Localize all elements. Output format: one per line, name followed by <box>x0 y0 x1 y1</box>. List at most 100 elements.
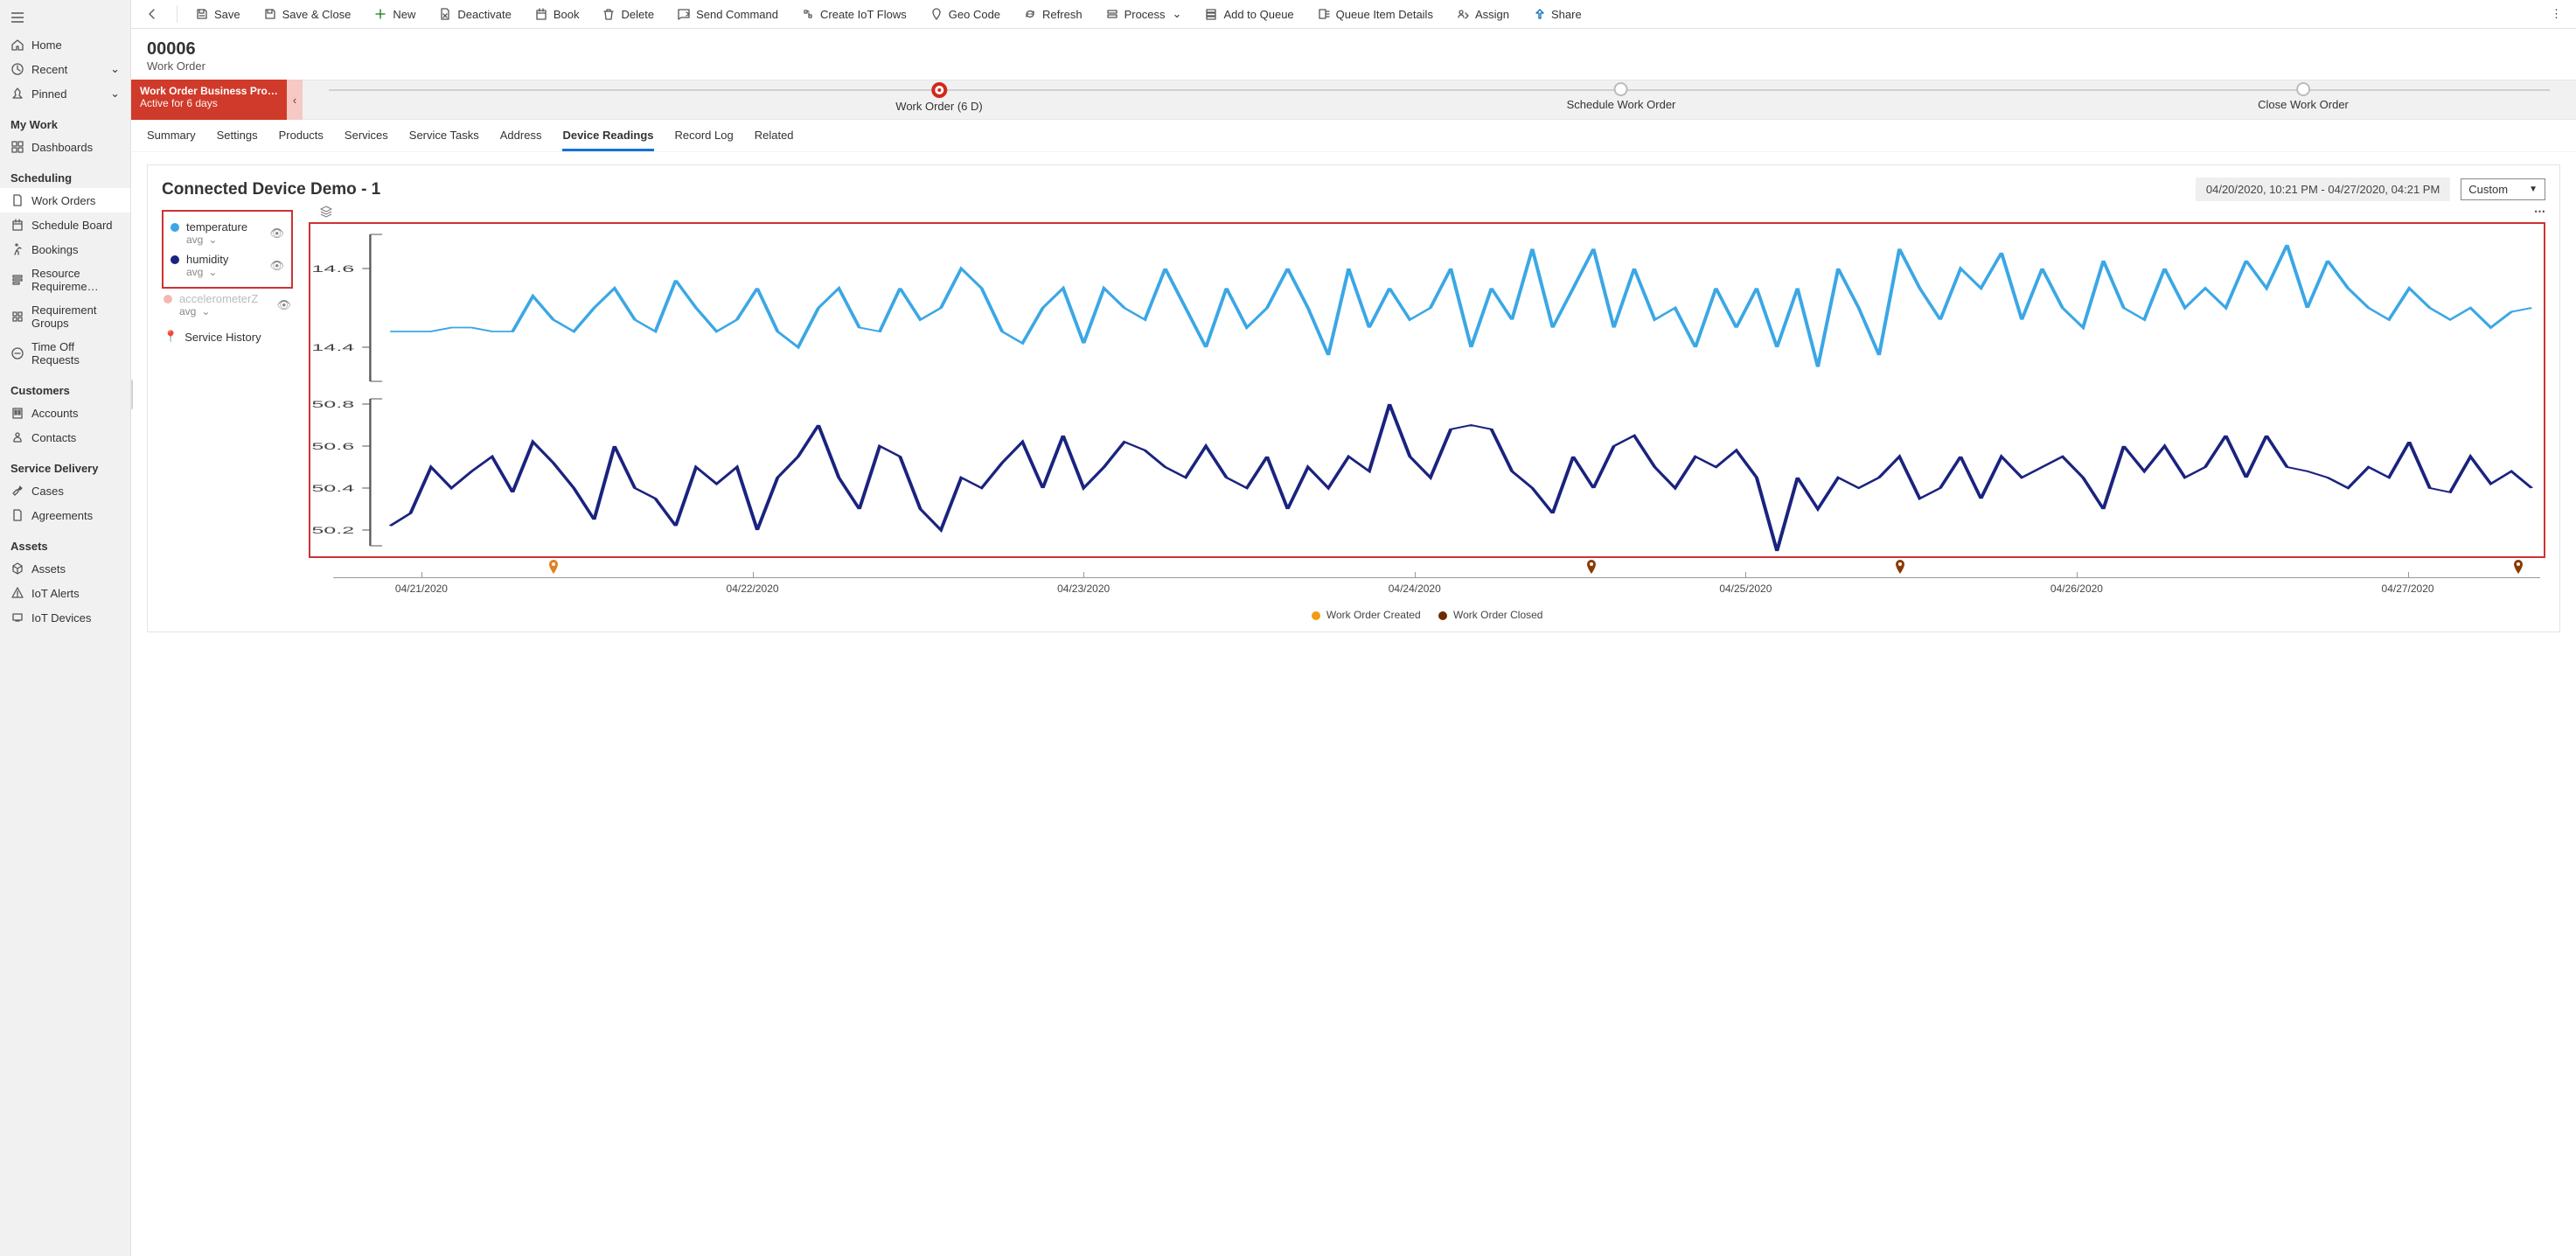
tab-summary[interactable]: Summary <box>147 129 196 151</box>
back-button[interactable] <box>140 3 164 24</box>
chart-more-button[interactable]: ⋯ <box>2534 205 2545 219</box>
visibility-toggle-icon[interactable]: 👁 <box>276 298 291 312</box>
sidebar-item-work-orders[interactable]: Work Orders <box>0 188 130 213</box>
bpf-stage[interactable]: Work Order (6 D) <box>895 80 982 113</box>
sidebar-item-accounts[interactable]: Accounts <box>0 401 130 425</box>
sidebar-item-iot-alerts[interactable]: IoT Alerts <box>0 581 130 605</box>
sidebar-item-resource-requireme-[interactable]: Resource Requireme… <box>0 262 130 298</box>
chart-layers-button[interactable] <box>319 205 333 221</box>
book-button[interactable]: Book <box>529 3 585 24</box>
share-button[interactable]: Share <box>1527 3 1587 24</box>
save-icon <box>195 7 209 21</box>
flow-icon <box>801 7 815 21</box>
tab-service-tasks[interactable]: Service Tasks <box>409 129 479 151</box>
deactivate-button[interactable]: Deactivate <box>433 3 516 24</box>
new-button[interactable]: New <box>368 3 421 24</box>
panel-resize-grip[interactable] <box>131 380 133 409</box>
timeline-event-pin-icon[interactable] <box>2512 560 2524 576</box>
visibility-toggle-icon[interactable]: 👁 <box>269 227 284 241</box>
timeline-event-pin-icon[interactable] <box>1585 560 1598 576</box>
sidebar-item-cases[interactable]: Cases <box>0 478 130 503</box>
visibility-toggle-icon[interactable]: 👁 <box>269 259 284 273</box>
tab-services[interactable]: Services <box>345 129 388 151</box>
commandbar-overflow-button[interactable]: ⋮ <box>2545 3 2567 24</box>
separator <box>177 5 178 23</box>
card-header: Connected Device Demo - 1 04/20/2020, 10… <box>162 178 2545 201</box>
x-tick-label: 04/26/2020 <box>2050 583 2103 595</box>
sidebar-item-contacts[interactable]: Contacts <box>0 425 130 450</box>
sidebar-item-dashboards[interactable]: Dashboards <box>0 135 130 159</box>
deactivate-icon <box>438 7 452 21</box>
save-close-button[interactable]: Save & Close <box>258 3 357 24</box>
x-tick-label: 04/24/2020 <box>1389 583 1441 595</box>
tab-address[interactable]: Address <box>500 129 542 151</box>
save-button[interactable]: Save <box>190 3 246 24</box>
sidebar-item-home[interactable]: Home <box>0 32 130 57</box>
assign-icon <box>1456 7 1470 21</box>
sidebar-section-header: Scheduling <box>0 159 130 188</box>
sidebar-item-time-off-requests[interactable]: Time Off Requests <box>0 335 130 372</box>
sidebar-item-agreements[interactable]: Agreements <box>0 503 130 527</box>
series-aggregation-select[interactable]: avg⌄ <box>186 234 262 246</box>
bpf-stage[interactable]: Close Work Order <box>2258 80 2349 111</box>
record-title: 00006 <box>147 39 2560 59</box>
bpf-collapse-button[interactable]: ‹ <box>287 80 303 120</box>
x-tick <box>1745 572 1746 577</box>
event-closed-dot-icon <box>1438 611 1447 620</box>
add-to-queue-button[interactable]: Add to Queue <box>1199 3 1298 24</box>
chevron-down-icon: ⌄ <box>110 87 120 101</box>
create-iot-flows-button[interactable]: Create IoT Flows <box>796 3 912 24</box>
building-icon <box>10 406 24 420</box>
tab-related[interactable]: Related <box>755 129 794 151</box>
svg-text:50.2: 50.2 <box>311 525 354 535</box>
command-label: Share <box>1551 8 1582 21</box>
tab-settings[interactable]: Settings <box>217 129 258 151</box>
sidebar-item-schedule-board[interactable]: Schedule Board <box>0 213 130 237</box>
hamburger-button[interactable] <box>0 5 130 32</box>
legend-series-accelerometerZ[interactable]: accelerometerZavg⌄👁 <box>162 289 293 321</box>
sidebar-item-label: IoT Alerts <box>31 587 80 600</box>
sidebar-section-header: Customers <box>0 372 130 401</box>
sidebar-item-label: Resource Requireme… <box>31 267 120 293</box>
geo-code-button[interactable]: Geo Code <box>924 3 1006 24</box>
bpf-stage-dot-icon <box>931 82 947 98</box>
timeseries-chart[interactable]: 14.414.650.250.450.650.8 <box>310 224 2544 556</box>
person-icon <box>10 430 24 444</box>
queue-item-details-button[interactable]: Queue Item Details <box>1312 3 1438 24</box>
process-button[interactable]: Process⌄ <box>1100 3 1187 24</box>
event-closed-legend: Work Order Closed <box>1438 609 1543 621</box>
send-command-button[interactable]: Send Command <box>672 3 783 24</box>
legend-series-humidity[interactable]: humidityavg⌄👁 <box>169 249 286 282</box>
more-vert-icon: ⋮ <box>2551 7 2562 21</box>
sidebar-item-pinned[interactable]: Pinned⌄ <box>0 81 130 106</box>
delete-button[interactable]: Delete <box>596 3 659 24</box>
business-process-flow: Work Order Business Pro… Active for 6 da… <box>131 80 2576 120</box>
refresh-button[interactable]: Refresh <box>1018 3 1088 24</box>
timeline-event-pin-icon[interactable] <box>1894 560 1906 576</box>
timeline-event-pin-icon[interactable] <box>547 560 560 576</box>
sidebar-item-assets[interactable]: Assets <box>0 556 130 581</box>
sidebar-item-bookings[interactable]: Bookings <box>0 237 130 262</box>
series-aggregation-select[interactable]: avg⌄ <box>179 305 269 317</box>
series-legend-highlight-box: temperatureavg⌄👁humidityavg⌄👁 <box>162 210 293 289</box>
service-history-toggle[interactable]: 📍 Service History <box>162 321 293 347</box>
legend-series-temperature[interactable]: temperatureavg⌄👁 <box>169 217 286 249</box>
x-axis-line <box>333 577 2540 578</box>
command-label: Assign <box>1475 8 1509 21</box>
series-aggregation-select[interactable]: avg⌄ <box>186 266 262 278</box>
tab-record-log[interactable]: Record Log <box>675 129 734 151</box>
plus-icon <box>373 7 387 21</box>
sidebar-item-recent[interactable]: Recent⌄ <box>0 57 130 81</box>
series-line-humidity <box>390 404 2531 551</box>
assign-button[interactable]: Assign <box>1451 3 1514 24</box>
bpf-header[interactable]: Work Order Business Pro… Active for 6 da… <box>131 80 287 120</box>
command-label: Send Command <box>696 8 778 21</box>
bpf-stage[interactable]: Schedule Work Order <box>1567 80 1676 111</box>
tab-device-readings[interactable]: Device Readings <box>562 129 653 151</box>
sidebar-item-iot-devices[interactable]: IoT Devices <box>0 605 130 630</box>
range-mode-select[interactable]: Custom ▼ <box>2461 178 2545 200</box>
sidebar-item-requirement-groups[interactable]: Requirement Groups <box>0 298 130 335</box>
tab-products[interactable]: Products <box>279 129 324 151</box>
sidebar-item-label: Work Orders <box>31 194 95 207</box>
svg-text:14.4: 14.4 <box>311 342 354 352</box>
